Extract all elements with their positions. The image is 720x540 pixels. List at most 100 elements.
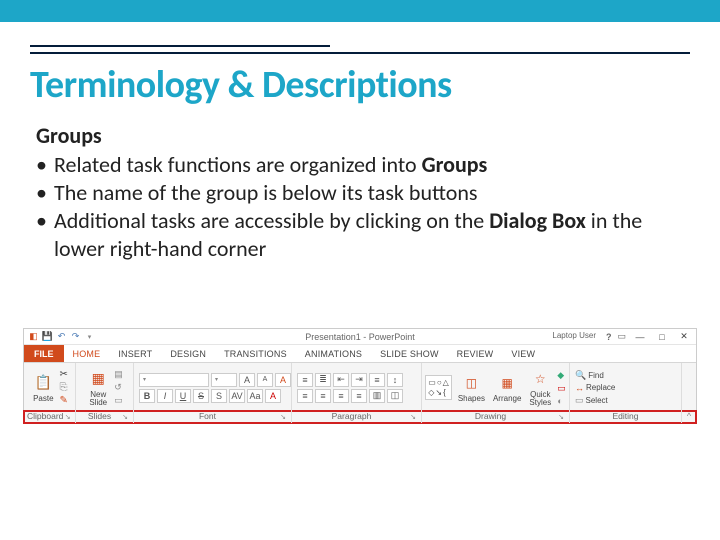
decrease-indent-button[interactable]: ⇤ [333,373,349,387]
group-label: Font [137,410,278,423]
arrange-button[interactable]: ▦ Arrange [491,373,523,403]
bullet-item: Additional tasks are accessible by click… [36,207,690,263]
ribbon-tabs: FILE HOME INSERT DESIGN TRANSITIONS ANIM… [24,345,696,363]
quick-styles-button[interactable]: ☆ Quick Styles [527,369,553,407]
font-family-selector[interactable] [139,373,209,387]
shapes-button[interactable]: ◫ Shapes [456,373,487,403]
smartart-button[interactable]: ◫ [387,389,403,403]
group-slides: ▦ New Slide ▤ ↺ ▭ Slides ↘ [76,363,134,423]
dialog-launcher-icon[interactable]: ↘ [278,412,288,422]
find-button[interactable]: 🔍Find [575,370,604,381]
tab-home[interactable]: HOME [64,345,110,362]
increase-indent-button[interactable]: ⇥ [351,373,367,387]
justify-button[interactable]: ≡ [351,389,367,403]
char-spacing-button[interactable]: AV [229,389,245,403]
collapse-ribbon-icon[interactable]: ^ [682,363,696,423]
bullets-button[interactable]: ≡ [297,373,313,387]
powerpoint-icon: ◧ [28,331,39,342]
shape-effects-icon[interactable]: ◐ [557,396,566,406]
font-color-button[interactable]: A [265,389,281,403]
close-button[interactable]: ✕ [676,330,692,344]
cut-icon[interactable]: ✂ [60,369,68,380]
title-bar: ◧ 💾 ↶ ↷ ▾ Presentation1 - PowerPoint ? ▭… [24,329,696,345]
slide: Terminology & Descriptions Groups Relate… [0,0,720,540]
dialog-launcher-icon[interactable]: ↘ [120,412,130,422]
dialog-launcher-icon[interactable]: ↘ [556,412,566,422]
group-label: Editing [573,410,678,423]
file-tab[interactable]: FILE [24,345,64,362]
dialog-launcher-icon[interactable]: ↘ [63,412,72,422]
arrange-icon: ▦ [497,373,517,393]
subhead: Groups [36,122,690,149]
quick-access-toolbar: ◧ 💾 ↶ ↷ ▾ [28,331,95,342]
shape-outline-icon[interactable]: ▭ [557,383,566,394]
group-label: Clipboard [27,410,63,423]
select-icon: ▭ [575,395,584,406]
line-spacing-button[interactable]: ≡ [369,373,385,387]
group-font: A A A B I U S S AV Aa A [134,363,292,423]
change-case-button[interactable]: Aa [247,389,263,403]
underline-button[interactable]: U [175,389,191,403]
header-band [0,0,720,22]
copy-icon[interactable]: ⎘ [60,382,68,393]
quick-styles-icon: ☆ [530,369,550,389]
text-direction-button[interactable]: ↕ [387,373,403,387]
tab-slideshow[interactable]: SLIDE SHOW [371,345,448,362]
tab-insert[interactable]: INSERT [109,345,161,362]
slide-title: Terminology & Descriptions [30,62,690,108]
clipboard-icon: 📋 [33,373,53,393]
replace-button[interactable]: ↔Replace [575,383,615,393]
shapes-icon: ◫ [461,373,481,393]
strikethrough-button[interactable]: S [193,389,209,403]
maximize-button[interactable]: □ [654,330,670,344]
new-slide-icon: ▦ [88,369,108,389]
numbering-button[interactable]: ≣ [315,373,331,387]
align-left-button[interactable]: ≡ [297,389,313,403]
decrease-font-icon[interactable]: A [257,373,273,387]
tab-review[interactable]: REVIEW [448,345,503,362]
shape-fill-icon[interactable]: ◆ [557,370,566,381]
italic-button[interactable]: I [157,389,173,403]
ribbon-options-icon[interactable]: ▭ [617,331,626,342]
new-slide-button[interactable]: ▦ New Slide [86,369,110,407]
bullet-list: Related task functions are organized int… [36,151,690,264]
increase-font-icon[interactable]: A [239,373,255,387]
find-icon: 🔍 [575,370,586,381]
columns-button[interactable]: ▥ [369,389,385,403]
tab-animations[interactable]: ANIMATIONS [296,345,371,362]
format-painter-icon[interactable]: ✎ [60,395,68,406]
bullet-item: The name of the group is below its task … [36,179,690,207]
dialog-launcher-icon[interactable]: ↘ [408,412,418,422]
content: Terminology & Descriptions Groups Relate… [30,0,690,264]
paste-button[interactable]: 📋 Paste [31,373,55,403]
font-size-selector[interactable] [211,373,237,387]
group-editing: 🔍Find ↔Replace ▭Select Editing [570,363,682,423]
group-label: Slides [79,410,120,423]
reset-icon[interactable]: ↺ [114,382,123,393]
group-drawing: ▭○△ ◇↘{ ◫ Shapes ▦ Arrange [422,363,570,423]
layout-icon[interactable]: ▤ [114,369,123,380]
section-icon[interactable]: ▭ [114,395,123,406]
tab-transitions[interactable]: TRANSITIONS [215,345,296,362]
replace-icon: ↔ [575,383,584,393]
tab-view[interactable]: VIEW [502,345,544,362]
redo-icon[interactable]: ↷ [70,331,81,342]
bold-button[interactable]: B [139,389,155,403]
help-icon[interactable]: ? [606,332,612,342]
align-right-button[interactable]: ≡ [333,389,349,403]
account-name[interactable]: Laptop User [552,331,596,340]
group-label: Drawing [425,410,556,423]
header-rule-long [30,52,690,54]
tab-design[interactable]: DESIGN [161,345,215,362]
group-clipboard: 📋 Paste ✂ ⎘ ✎ Clipboard ↘ [24,363,76,423]
group-label: Paragraph [295,410,408,423]
align-center-button[interactable]: ≡ [315,389,331,403]
shadow-button[interactable]: S [211,389,227,403]
save-icon[interactable]: 💾 [42,331,53,342]
qat-expand-icon[interactable]: ▾ [84,331,95,342]
undo-icon[interactable]: ↶ [56,331,67,342]
minimize-button[interactable]: — [632,330,648,344]
shape-gallery[interactable]: ▭○△ ◇↘{ [425,375,452,400]
select-button[interactable]: ▭Select [575,395,608,406]
clear-formatting-icon[interactable]: A [275,373,291,387]
